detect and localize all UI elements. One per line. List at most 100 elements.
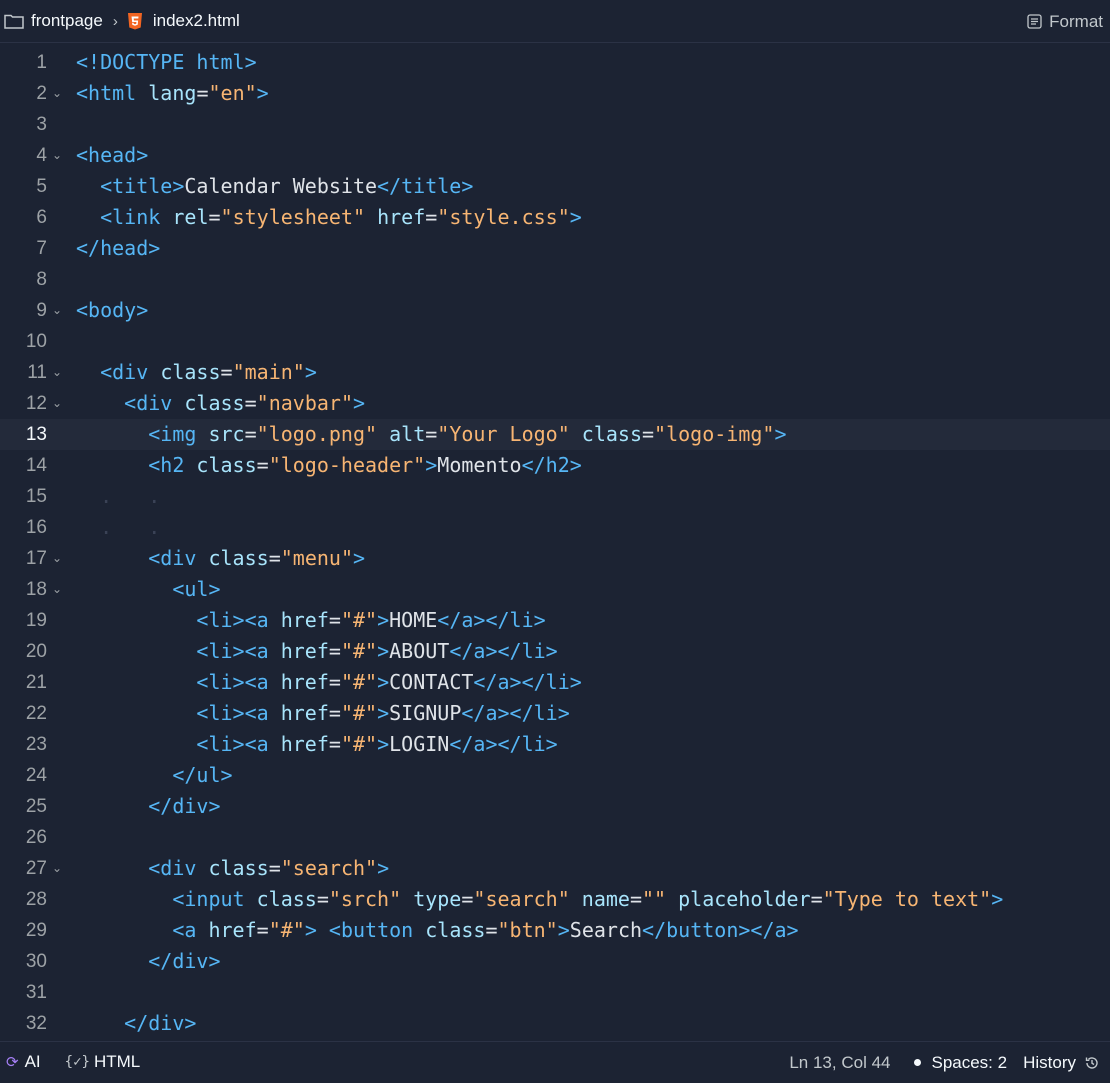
code-line[interactable]: 8 <box>0 264 1110 295</box>
cursor-position[interactable]: Ln 13, Col 44 <box>789 1053 890 1073</box>
line-number: 22 <box>25 703 47 724</box>
fold-chevron-icon[interactable]: ⌄ <box>52 140 62 171</box>
code-line[interactable]: 25 </div> <box>0 791 1110 822</box>
code-token: "" <box>642 887 667 911</box>
code-line[interactable]: 29 <a href="#"> <button class="btn">Sear… <box>0 915 1110 946</box>
chevron-right-icon: › <box>112 12 118 30</box>
code-text: <div class="navbar"> <box>76 388 365 419</box>
code-line[interactable]: 4 ⌄ <head> <box>0 140 1110 171</box>
code-line[interactable]: 7 </head> <box>0 233 1110 264</box>
code-line[interactable]: 5 <title>Calendar Website</title> <box>0 171 1110 202</box>
code-line[interactable]: 22 <li><a href="#">SIGNUP</a></li> <box>0 698 1110 729</box>
code-line[interactable]: 14 <h2 class="logo-header">Momento</h2> <box>0 450 1110 481</box>
fold-chevron-icon[interactable]: ⌄ <box>52 853 62 884</box>
line-number: 14 <box>25 455 47 476</box>
code-token: </button></a> <box>642 918 799 942</box>
code-line[interactable]: 20 <li><a href="#">ABOUT</a></li> <box>0 636 1110 667</box>
code-editor[interactable]: 1 <!DOCTYPE html> 2 ⌄ <html lang="en"> 3 4 ⌄ <he… <box>0 47 1110 1039</box>
fold-chevron-icon[interactable]: ⌄ <box>52 357 62 388</box>
code-line[interactable]: 19 <li><a href="#">HOME</a></li> <box>0 605 1110 636</box>
code-line[interactable]: 18 ⌄ <ul> <box>0 574 1110 605</box>
code-token: <div <box>148 546 197 570</box>
breadcrumb-folder[interactable]: frontpage <box>31 11 103 31</box>
code-line[interactable]: 6 <link rel="stylesheet" href="style.css… <box>0 202 1110 233</box>
ai-icon[interactable]: ⟳ <box>6 1053 19 1071</box>
code-token: <button <box>328 918 414 942</box>
code-line[interactable]: 1 <!DOCTYPE html> <box>0 47 1110 78</box>
line-number: 23 <box>25 734 47 755</box>
line-number: 25 <box>25 796 47 817</box>
code-line[interactable]: 10 <box>0 326 1110 357</box>
code-line[interactable]: 12 ⌄ <div class="navbar"> <box>0 388 1110 419</box>
history-button[interactable]: History <box>1023 1053 1076 1073</box>
code-line[interactable]: 26 <box>0 822 1110 853</box>
fold-chevron-icon[interactable]: ⌄ <box>52 574 62 605</box>
code-line[interactable]: 17 ⌄ <div class="menu"> <box>0 543 1110 574</box>
format-button[interactable]: Format <box>1027 0 1103 43</box>
code-token: = <box>244 422 257 446</box>
code-token: <head> <box>76 143 149 167</box>
line-number: 20 <box>25 641 47 662</box>
line-number: 32 <box>25 1013 47 1034</box>
code-token: > <box>991 887 1004 911</box>
code-line[interactable]: 30 </div> <box>0 946 1110 977</box>
code-token: = <box>425 422 438 446</box>
line-number: 2 <box>36 83 47 104</box>
status-right-group: Ln 13, Col 44 Spaces: 2 History <box>789 1042 1100 1083</box>
code-text: <li><a href="#">HOME</a></li> <box>76 605 545 636</box>
code-token: </a></li> <box>449 732 558 756</box>
code-line[interactable]: 21 <li><a href="#">CONTACT</a></li> <box>0 667 1110 698</box>
code-line[interactable]: 28 <input class="srch" type="search" nam… <box>0 884 1110 915</box>
code-text: <body> <box>76 295 148 326</box>
fold-chevron-icon[interactable]: ⌄ <box>52 543 62 574</box>
code-token: </a></li> <box>449 639 558 663</box>
fold-chevron-icon[interactable]: ⌄ <box>52 295 62 326</box>
code-token: href <box>280 670 329 694</box>
fold-chevron-icon[interactable]: ⌄ <box>52 388 62 419</box>
spaces-setting[interactable]: Spaces: 2 <box>931 1053 1007 1073</box>
code-line[interactable]: 3 <box>0 109 1110 140</box>
code-token: <title> <box>100 174 185 198</box>
code-line[interactable]: 23 <li><a href="#">LOGIN</a></li> <box>0 729 1110 760</box>
fold-chevron-icon[interactable]: ⌄ <box>52 78 62 109</box>
breadcrumb-file[interactable]: index2.html <box>153 11 240 31</box>
code-token: class <box>256 887 317 911</box>
code-line[interactable]: 31 <box>0 977 1110 1008</box>
line-number: 30 <box>25 951 47 972</box>
code-line[interactable]: 27 ⌄ <div class="search"> <box>0 853 1110 884</box>
code-line[interactable]: 16 . . <box>0 512 1110 543</box>
code-line[interactable]: 9 ⌄ <body> <box>0 295 1110 326</box>
html5-icon <box>127 12 143 31</box>
language-label[interactable]: HTML <box>94 1052 140 1072</box>
ai-button[interactable]: AI <box>25 1052 41 1072</box>
code-line[interactable]: 2 ⌄ <html lang="en"> <box>0 78 1110 109</box>
line-number: 11 <box>27 362 47 383</box>
code-token: = <box>268 546 281 570</box>
code-text: <li><a href="#">ABOUT</a></li> <box>76 636 558 667</box>
code-token: <li><a <box>196 670 269 694</box>
code-token: <html <box>76 81 137 105</box>
code-token: = <box>328 732 341 756</box>
code-token: <div <box>148 856 197 880</box>
code-line[interactable]: 15 . . <box>0 481 1110 512</box>
code-token: = <box>196 81 209 105</box>
code-line[interactable]: 13 <img src="logo.png" alt="Your Logo" c… <box>0 419 1110 450</box>
code-token: "logo-header" <box>268 453 426 477</box>
code-token: <input <box>172 887 245 911</box>
history-icon[interactable] <box>1084 1055 1100 1071</box>
code-line[interactable]: 32 </div> <box>0 1008 1110 1039</box>
code-token: <img <box>148 422 197 446</box>
code-line[interactable]: 24 </ul> <box>0 760 1110 791</box>
code-token: > <box>557 918 570 942</box>
code-line[interactable]: 11 ⌄ <div class="main"> <box>0 357 1110 388</box>
